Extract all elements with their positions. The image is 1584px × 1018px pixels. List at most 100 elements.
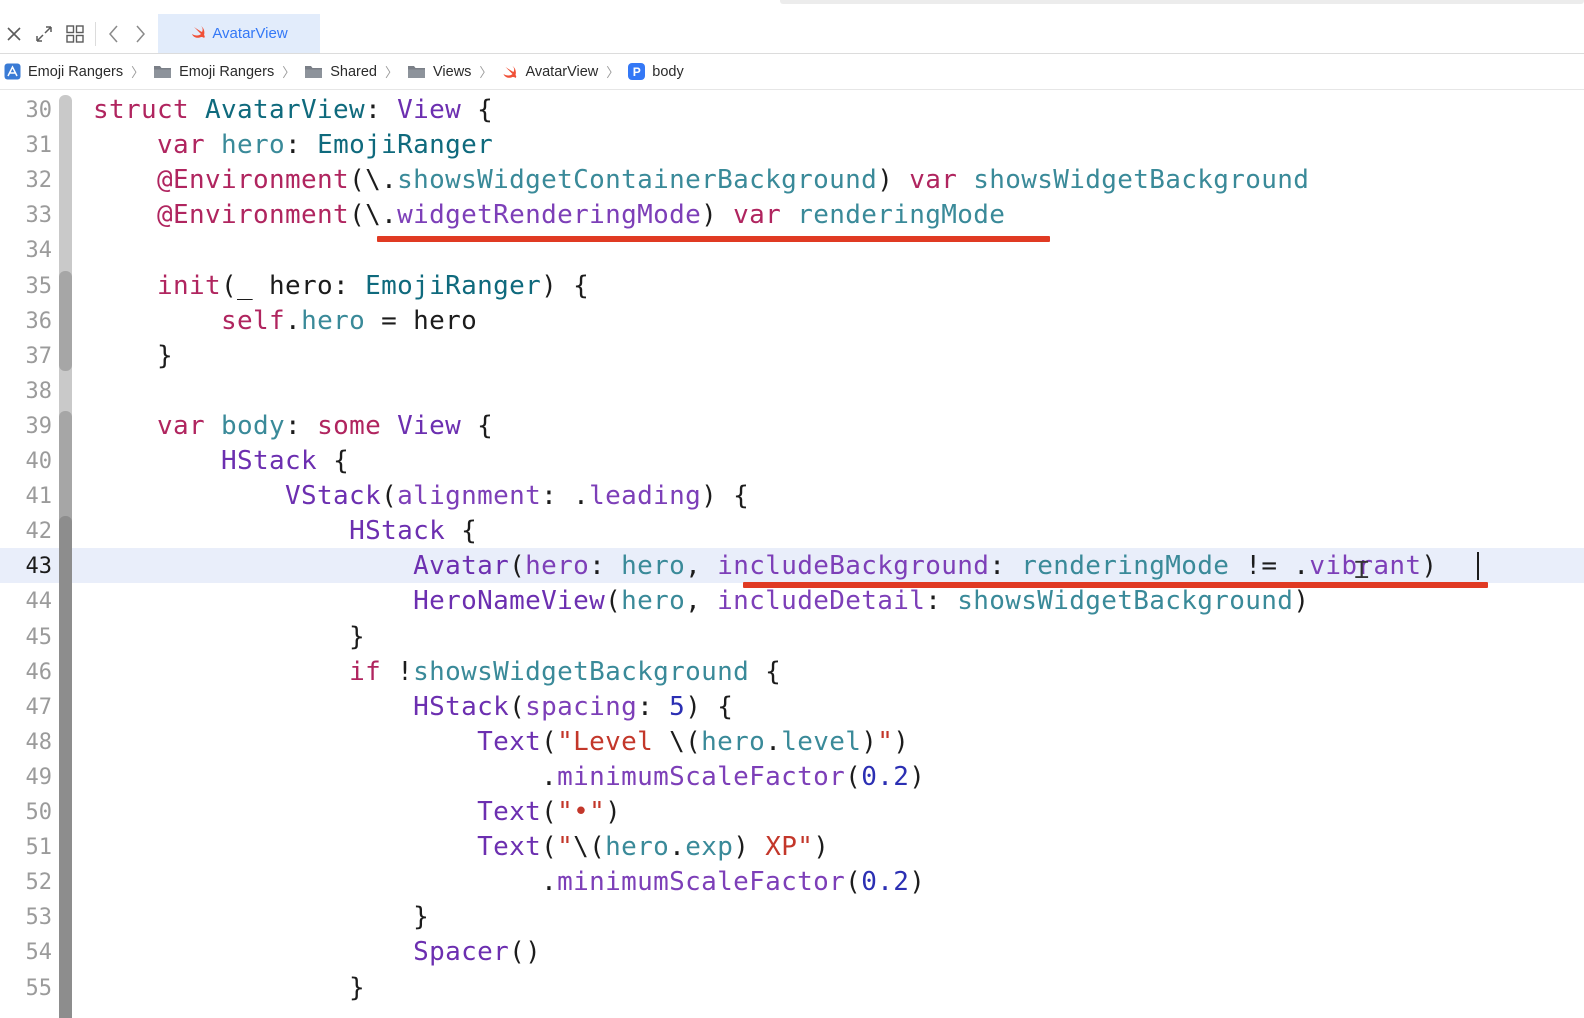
line-number[interactable]: 53 <box>0 900 53 935</box>
breadcrumb-label: body <box>652 63 684 80</box>
line-number[interactable]: 51 <box>0 830 53 865</box>
line-number[interactable]: 38 <box>0 374 53 409</box>
code-token: includeBackground <box>717 551 990 582</box>
code-token: : <box>285 130 318 161</box>
code-token: body <box>221 410 286 441</box>
code-token: { <box>461 95 494 125</box>
code-token: renderingMode <box>1021 551 1230 582</box>
chevron-left-icon[interactable] <box>103 23 125 45</box>
code-token: HStack <box>221 446 318 476</box>
code-token: hero <box>525 551 590 582</box>
code-token: widgetRenderingMode <box>397 200 702 231</box>
code-line[interactable]: init(_ hero: EmojiRanger) { <box>93 269 589 304</box>
line-number[interactable]: 40 <box>0 444 53 479</box>
code-token: Text <box>477 726 542 757</box>
code-token: : . <box>541 481 590 512</box>
code-token: init <box>157 270 222 301</box>
line-number[interactable]: 48 <box>0 725 53 760</box>
code-token: ( <box>381 481 398 512</box>
code-line[interactable]: .minimumScaleFactor(0.2) <box>93 760 925 795</box>
grid-icon[interactable] <box>64 23 86 45</box>
code-line[interactable]: Text("•") <box>93 795 621 830</box>
code-folding-ribbon-segment[interactable] <box>59 271 72 371</box>
line-number[interactable]: 34 <box>0 233 53 268</box>
code-folding-ribbon-segment[interactable] <box>59 516 72 1018</box>
breadcrumb-item-shared[interactable]: Shared <box>304 64 377 80</box>
line-number[interactable]: 33 <box>0 198 53 233</box>
line-number[interactable]: 44 <box>0 584 53 619</box>
code-token: ) { <box>701 481 750 512</box>
code-token: showsWidgetBackground <box>413 656 750 687</box>
line-number[interactable]: 42 <box>0 514 53 549</box>
code-line[interactable]: Text("Level \(hero.level)") <box>93 725 909 760</box>
code-token: ) <box>1293 586 1310 617</box>
code-token: ) <box>861 726 878 757</box>
line-number[interactable]: 37 <box>0 339 53 374</box>
line-number[interactable]: 41 <box>0 479 53 514</box>
code-token: () <box>509 937 542 968</box>
code-line[interactable]: self.hero = hero <box>93 304 477 339</box>
code-token: \( <box>669 726 702 757</box>
breadcrumb-item-views[interactable]: Views <box>407 64 471 80</box>
toolbar-divider <box>95 22 96 46</box>
chevron-right-icon: 〉 <box>282 65 296 80</box>
code-line[interactable]: Spacer() <box>93 935 541 970</box>
breadcrumb-item-file[interactable]: AvatarView <box>501 64 598 80</box>
code-line[interactable]: var hero: EmojiRanger <box>93 128 493 163</box>
line-number[interactable]: 46 <box>0 655 53 690</box>
expand-icon[interactable] <box>33 23 55 45</box>
line-number[interactable]: 54 <box>0 935 53 970</box>
code-line[interactable]: HStack { <box>93 514 477 549</box>
code-line[interactable]: } <box>93 900 429 935</box>
code-line[interactable]: Text("\(hero.exp) XP") <box>93 830 829 865</box>
line-number[interactable]: 39 <box>0 409 53 444</box>
code-line[interactable]: struct AvatarView: View { <box>93 93 493 128</box>
line-number[interactable]: 47 <box>0 690 53 725</box>
line-number[interactable]: 55 <box>0 971 53 1006</box>
code-line[interactable]: .minimumScaleFactor(0.2) <box>93 865 925 900</box>
breadcrumb-item-project[interactable]: Emoji Rangers <box>4 63 123 80</box>
code-line[interactable]: VStack(alignment: .leading) { <box>93 479 749 514</box>
source-editor[interactable]: 30 31 32 33 34 35 36 37 38 39 40 41 42 43 44 45 46 47 48 49… <box>0 91 1584 1018</box>
code-line[interactable]: HeroNameView(hero, includeDetail: showsW… <box>93 584 1309 619</box>
line-number[interactable]: 45 <box>0 620 53 655</box>
tab-overflow-scrollbar[interactable] <box>780 0 1584 4</box>
breadcrumb-item-symbol[interactable]: P body <box>628 63 684 80</box>
code-line[interactable]: @Environment(\.widgetRenderingMode) var … <box>93 198 1005 233</box>
line-number[interactable]: 43 <box>0 549 53 584</box>
tab-avatarview[interactable]: AvatarView <box>158 14 320 53</box>
code-line[interactable]: HStack(spacing: 5) { <box>93 690 733 725</box>
line-number[interactable]: 50 <box>0 795 53 830</box>
code-token: } <box>93 621 366 652</box>
code-line[interactable]: } <box>93 339 173 374</box>
code-line[interactable]: var body: some View { <box>93 409 493 444</box>
close-icon[interactable] <box>3 23 25 45</box>
code-token: : <box>925 586 958 617</box>
code-token: ) <box>733 832 750 863</box>
code-line[interactable]: HStack { <box>93 444 349 479</box>
chevron-right-icon[interactable] <box>129 23 151 45</box>
line-number[interactable]: 36 <box>0 304 53 339</box>
code-token: (\. <box>349 165 398 196</box>
code-line[interactable]: } <box>93 620 365 655</box>
line-number[interactable]: 32 <box>0 163 53 198</box>
line-number[interactable]: 35 <box>0 269 53 304</box>
code-line[interactable]: if !showsWidgetBackground { <box>93 655 781 690</box>
code-token: ) <box>909 761 926 792</box>
code-token: ( <box>605 586 622 617</box>
code-line[interactable]: } <box>93 971 365 1006</box>
code-token: ( <box>541 797 558 827</box>
code-line[interactable]: Avatar(hero: hero, includeBackground: re… <box>93 549 1437 584</box>
code-token: . <box>93 761 558 792</box>
line-number[interactable]: 49 <box>0 760 53 795</box>
line-number[interactable]: 31 <box>0 128 53 163</box>
line-number[interactable]: 30 <box>0 93 53 128</box>
code-token: hero <box>301 305 366 336</box>
code-token: Avatar <box>413 551 510 582</box>
code-line[interactable]: @Environment(\.showsWidgetContainerBackg… <box>93 163 1309 198</box>
line-number[interactable]: 52 <box>0 865 53 900</box>
breadcrumb-item-group[interactable]: Emoji Rangers <box>153 64 274 80</box>
